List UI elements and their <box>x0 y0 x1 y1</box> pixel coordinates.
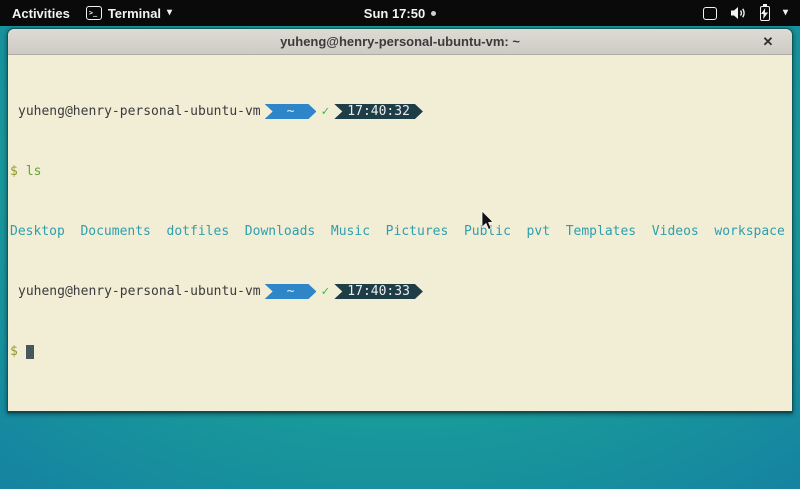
command-text: ls <box>26 164 42 179</box>
prompt-line: yuheng@henry-personal-ubuntu-vm ~ ✓ 17:4… <box>10 284 790 299</box>
prompt-status-check-icon: ✓ <box>321 284 329 299</box>
command-line: $ ls <box>10 164 790 179</box>
chevron-down-icon: ▾ <box>783 8 788 18</box>
app-menu-label: Terminal <box>108 6 161 21</box>
prompt-symbol: $ <box>10 164 18 179</box>
terminal-screen[interactable]: yuheng@henry-personal-ubuntu-vm ~ ✓ 17:4… <box>8 55 792 411</box>
screen-icon <box>703 7 717 20</box>
system-status-area[interactable]: ▾ <box>703 6 800 21</box>
prompt-cwd-segment: ~ <box>265 104 317 119</box>
prompt-status-check-icon: ✓ <box>321 104 329 119</box>
prompt-user-host: yuheng@henry-personal-ubuntu-vm <box>10 284 261 299</box>
volume-icon <box>730 6 747 20</box>
mouse-cursor-icon <box>481 211 495 231</box>
close-icon[interactable]: ✕ <box>758 29 778 55</box>
prompt-time-segment: 17:40:32 <box>334 104 423 119</box>
top-bar: Activities >_ Terminal ▾ Sun 17:50 ▾ <box>0 0 800 26</box>
activities-button[interactable]: Activities <box>10 6 72 21</box>
prompt-cwd-segment: ~ <box>265 284 317 299</box>
window-titlebar[interactable]: yuheng@henry-personal-ubuntu-vm: ~ ✕ <box>8 29 792 55</box>
terminal-cursor <box>26 345 34 359</box>
prompt-user-host: yuheng@henry-personal-ubuntu-vm <box>10 104 261 119</box>
battery-charging-icon <box>760 6 770 21</box>
terminal-app-icon: >_ <box>86 6 102 20</box>
prompt-line: yuheng@henry-personal-ubuntu-vm ~ ✓ 17:4… <box>10 104 790 119</box>
prompt-symbol: $ <box>10 344 18 359</box>
ls-output-line: Desktop Documents dotfiles Downloads Mus… <box>10 224 790 239</box>
chevron-down-icon: ▾ <box>167 8 172 18</box>
window-title: yuheng@henry-personal-ubuntu-vm: ~ <box>8 34 792 49</box>
app-menu-terminal[interactable]: >_ Terminal ▾ <box>86 6 172 21</box>
clock[interactable]: Sun 17:50 <box>364 6 425 21</box>
notification-dot-icon <box>431 11 436 16</box>
terminal-window: yuheng@henry-personal-ubuntu-vm: ~ ✕ yuh… <box>7 28 793 413</box>
input-line[interactable]: $ <box>10 344 790 359</box>
prompt-time-segment: 17:40:33 <box>334 284 423 299</box>
